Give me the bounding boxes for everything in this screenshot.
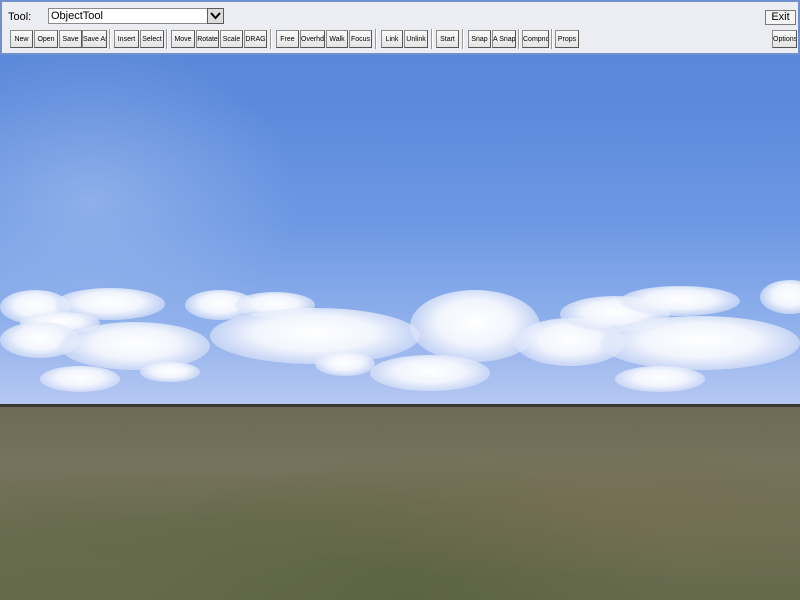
toolbar-separator — [270, 29, 272, 49]
toolbar-separator — [109, 29, 111, 49]
toolbar-separator — [551, 29, 553, 49]
cloud — [370, 355, 490, 391]
rotate-button[interactable]: Rotate — [196, 30, 219, 48]
tool-dropdown-button[interactable] — [207, 8, 224, 24]
exit-button[interactable]: Exit — [765, 10, 796, 25]
tool-select[interactable]: ObjectTool — [48, 8, 210, 24]
cloud — [620, 286, 740, 316]
walk-camera-button[interactable]: Walk — [326, 30, 348, 48]
free-camera-button[interactable]: Free — [276, 30, 299, 48]
move-button[interactable]: Move — [171, 30, 195, 48]
link-button[interactable]: Link — [381, 30, 403, 48]
cloud — [315, 352, 375, 376]
ground-plane — [0, 407, 800, 600]
save-as-button[interactable]: Save As — [82, 30, 107, 48]
cloud — [140, 362, 200, 382]
cloud — [760, 280, 800, 314]
select-button[interactable]: Select — [140, 30, 164, 48]
cloud — [40, 366, 120, 392]
toolbar-separator — [375, 29, 377, 49]
snap-button[interactable]: Snap — [468, 30, 491, 48]
toolbar-separator — [166, 29, 168, 49]
start-button[interactable]: Start — [436, 30, 459, 48]
focus-camera-button[interactable]: Focus — [349, 30, 372, 48]
toolbar-separator — [518, 29, 520, 49]
cloud — [615, 366, 705, 392]
properties-button[interactable]: Props — [555, 30, 579, 48]
unlink-button[interactable]: Unlink — [404, 30, 428, 48]
cloud — [60, 322, 210, 370]
3d-viewport[interactable] — [0, 0, 800, 600]
save-button[interactable]: Save — [59, 30, 82, 48]
chevron-down-icon — [210, 12, 221, 20]
cloud — [600, 316, 800, 370]
open-button[interactable]: Open — [34, 30, 58, 48]
compound-button[interactable]: Compnd — [522, 30, 549, 48]
angle-snap-button[interactable]: A Snap — [492, 30, 516, 48]
tool-label: Tool: — [8, 11, 32, 23]
toolbar-separator — [431, 29, 433, 49]
insert-button[interactable]: Insert — [114, 30, 139, 48]
overhead-camera-button[interactable]: Overhd — [300, 30, 325, 48]
new-button[interactable]: New — [10, 30, 33, 48]
editor-toolbar: Tool: ObjectTool Exit New Open Save Save… — [0, 0, 800, 55]
toolbar-separator — [462, 29, 464, 49]
options-button[interactable]: Options — [772, 30, 797, 48]
cloud — [210, 308, 420, 364]
sky — [0, 0, 800, 406]
drag-button[interactable]: DRAG — [244, 30, 267, 48]
scale-button[interactable]: Scale — [220, 30, 243, 48]
